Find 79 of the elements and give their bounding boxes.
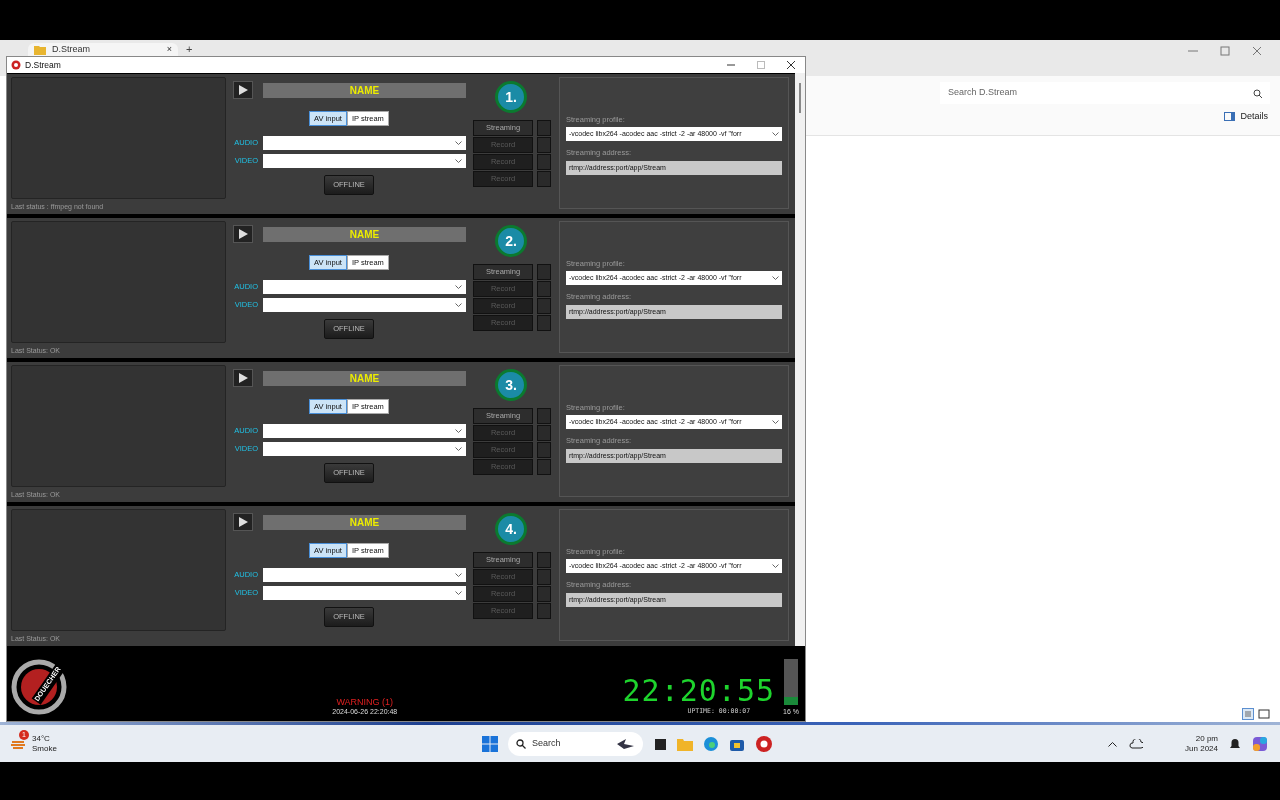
close-tab-button[interactable]: × bbox=[166, 42, 172, 57]
explorer-tab[interactable]: D.Stream × bbox=[28, 43, 178, 56]
temperature-text: 34°C bbox=[32, 733, 51, 744]
copilot-icon[interactable] bbox=[1252, 735, 1268, 752]
chevron-down-icon bbox=[455, 590, 462, 596]
details-button[interactable]: Details bbox=[1224, 110, 1268, 124]
bird-icon bbox=[617, 737, 635, 750]
output-indicator bbox=[537, 569, 551, 585]
output-indicator bbox=[537, 154, 551, 170]
output-indicator bbox=[537, 171, 551, 187]
warning-text: WARNING (1) bbox=[336, 696, 394, 707]
clock-date[interactable]: Jun 2024 bbox=[1185, 743, 1218, 754]
panel-icon bbox=[1224, 112, 1236, 122]
chevron-down-icon bbox=[455, 302, 462, 308]
output-indicator bbox=[537, 408, 551, 424]
output-indicator bbox=[537, 425, 551, 441]
channel-name: NAME bbox=[263, 370, 466, 386]
maximize-icon[interactable] bbox=[1220, 46, 1230, 56]
output-indicator bbox=[537, 315, 551, 331]
chevron-down-icon bbox=[455, 572, 462, 578]
search-field[interactable]: Search bbox=[508, 731, 643, 756]
chevron-down-icon bbox=[772, 419, 779, 425]
search-field[interactable]: Search D.Stream bbox=[940, 82, 1270, 104]
bell-icon[interactable] bbox=[1230, 737, 1240, 750]
play-button[interactable] bbox=[233, 513, 253, 531]
play-icon bbox=[238, 85, 248, 95]
chevron-down-icon bbox=[455, 140, 462, 146]
play-icon bbox=[238, 517, 248, 527]
browser-icon[interactable] bbox=[703, 735, 719, 752]
output-indicator bbox=[537, 552, 551, 568]
tab-title: D.Stream bbox=[52, 42, 90, 56]
chevron-down-icon bbox=[772, 563, 779, 569]
output-indicator bbox=[537, 442, 551, 458]
channel-number: 1. bbox=[495, 81, 527, 113]
output-indicator bbox=[537, 120, 551, 136]
app-logo-icon[interactable] bbox=[755, 734, 773, 753]
chevron-down-icon bbox=[772, 275, 779, 281]
channel-name: NAME bbox=[263, 514, 466, 530]
output-indicator bbox=[537, 586, 551, 602]
channel-number: 2. bbox=[495, 225, 527, 257]
output-indicator bbox=[537, 603, 551, 619]
chevron-down-icon bbox=[772, 131, 779, 137]
close-icon[interactable] bbox=[787, 61, 795, 69]
task-view-icon[interactable] bbox=[653, 736, 667, 751]
tiles-view-icon[interactable] bbox=[1258, 708, 1270, 720]
new-tab-button[interactable]: + bbox=[186, 43, 193, 55]
scrollbar-thumb[interactable] bbox=[799, 83, 801, 113]
chevron-up-icon[interactable] bbox=[1108, 740, 1118, 747]
maximize-icon[interactable] bbox=[757, 61, 765, 69]
list-view-icon[interactable] bbox=[1242, 708, 1254, 720]
channel-name: NAME bbox=[263, 82, 466, 98]
folder-icon[interactable] bbox=[677, 736, 693, 751]
output-indicator bbox=[537, 137, 551, 153]
chevron-down-icon bbox=[455, 446, 462, 452]
cloud-icon[interactable] bbox=[1129, 738, 1144, 749]
output-indicator bbox=[537, 459, 551, 475]
play-icon bbox=[238, 229, 248, 239]
minimize-icon[interactable] bbox=[727, 61, 735, 69]
app-logo-icon bbox=[11, 60, 21, 70]
output-indicator bbox=[537, 281, 551, 297]
clock-time[interactable]: 20 pm bbox=[1195, 733, 1218, 744]
channel-number: 4. bbox=[495, 513, 527, 545]
play-button[interactable] bbox=[233, 81, 253, 99]
play-button[interactable] bbox=[233, 369, 253, 387]
channel-number: 3. bbox=[495, 369, 527, 401]
search-icon bbox=[516, 738, 526, 749]
window-title: D.Stream bbox=[25, 58, 61, 72]
output-indicator bbox=[537, 298, 551, 314]
output-indicator bbox=[537, 264, 551, 280]
weather-text: Smoke bbox=[32, 743, 57, 754]
play-icon bbox=[238, 373, 248, 383]
chevron-down-icon bbox=[455, 284, 462, 290]
clock-display: 22:20:55 bbox=[622, 675, 776, 708]
play-button[interactable] bbox=[233, 225, 253, 243]
chevron-down-icon bbox=[455, 428, 462, 434]
channel-name: NAME bbox=[263, 226, 466, 242]
chevron-down-icon bbox=[455, 158, 462, 164]
start-icon[interactable] bbox=[482, 735, 498, 752]
search-icon bbox=[1253, 88, 1262, 98]
